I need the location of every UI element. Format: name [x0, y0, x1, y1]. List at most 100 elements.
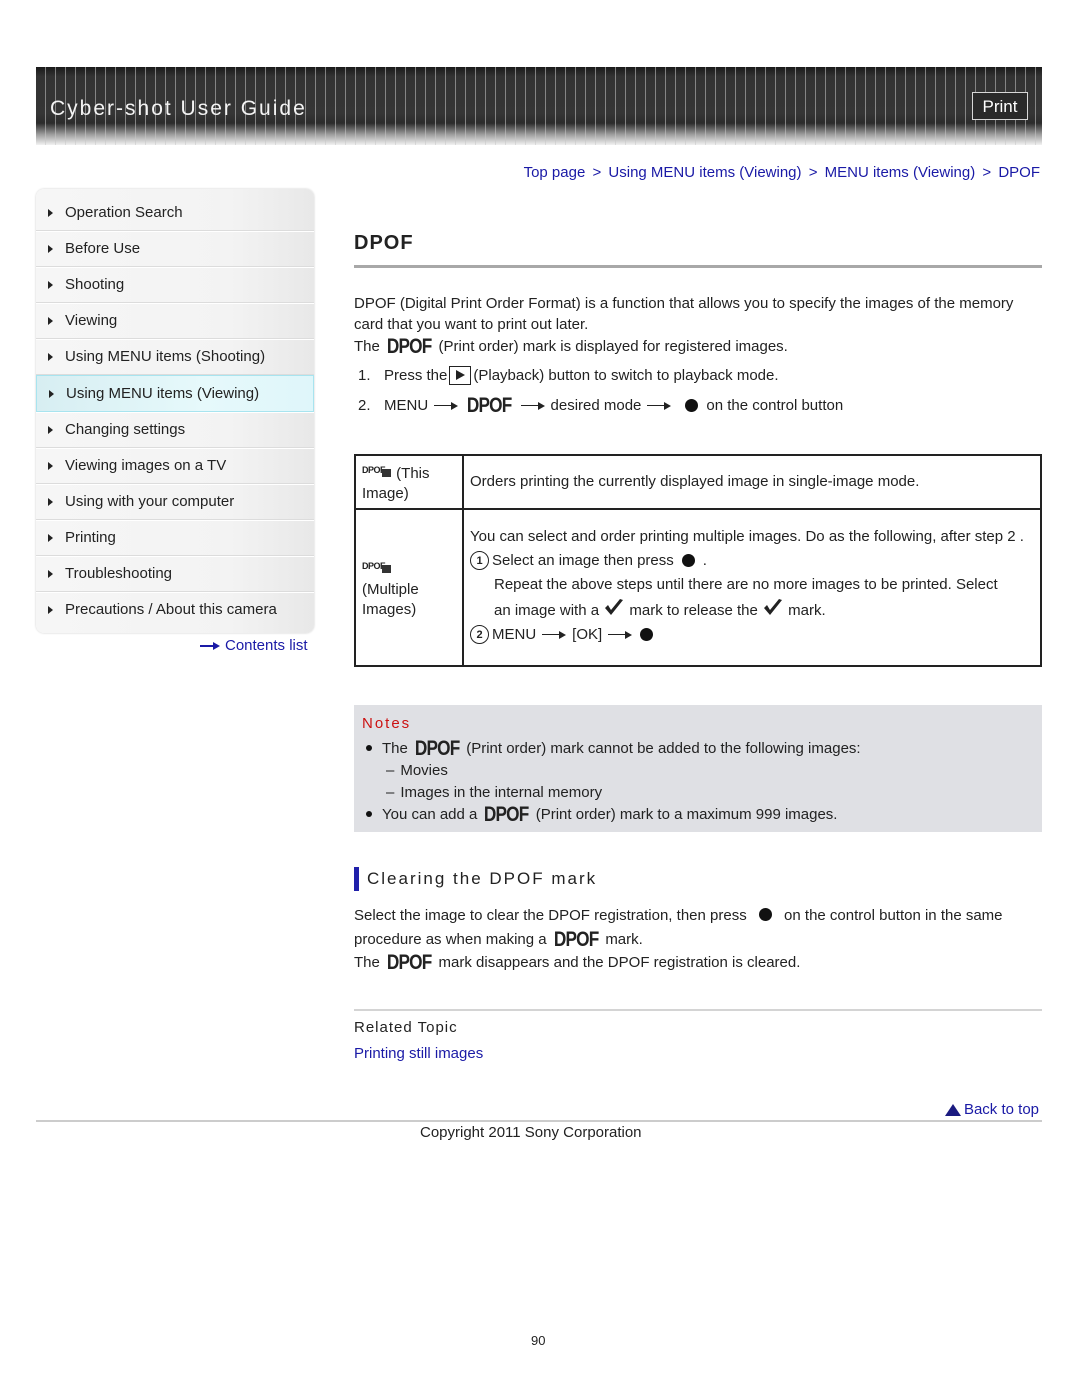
- contents-list-label: Contents list: [225, 637, 308, 654]
- main-content: DPOF DPOF (Digital Print Order Format) i…: [354, 230, 1042, 416]
- sidebar-item-changing-settings[interactable]: Changing settings: [36, 412, 314, 448]
- sidebar-item-precautions[interactable]: Precautions / About this camera: [36, 592, 314, 627]
- text: desired mode: [550, 397, 642, 414]
- text: mark.: [605, 931, 643, 948]
- dpof-mark-icon: DPOF: [484, 802, 529, 826]
- dpof-mark-icon: DPOF: [386, 951, 432, 974]
- step-1: 1. Press the (Playback) button to switch…: [354, 365, 1042, 386]
- text: an image with a: [494, 601, 600, 619]
- text: The: [382, 739, 408, 757]
- triangle-right-icon: [48, 497, 53, 506]
- sidebar-item-viewing-tv[interactable]: Viewing images on a TV: [36, 448, 314, 484]
- triangle-right-icon: [48, 244, 53, 253]
- text: mark to release the: [629, 601, 758, 619]
- text: Press the: [384, 367, 448, 384]
- sidebar-item-viewing[interactable]: Viewing: [36, 303, 314, 339]
- triangle-right-icon: [48, 280, 53, 289]
- arrow-right-icon: [520, 401, 545, 410]
- text: Images in the internal memory: [400, 783, 603, 801]
- circled-number-icon: 2: [470, 625, 489, 644]
- text: [OK]: [572, 625, 603, 643]
- control-button-center-icon: [685, 399, 699, 412]
- sidebar-item-label: Before Use: [65, 240, 141, 257]
- sub-step-2: 2 MENU [OK]: [470, 625, 1034, 645]
- arrow-right-icon: [200, 641, 220, 651]
- sub-step-1: 1 Select an image then press .: [470, 551, 1034, 571]
- sidebar-item-troubleshooting[interactable]: Troubleshooting: [36, 556, 314, 592]
- sidebar-item-menu-shooting[interactable]: Using MENU items (Shooting): [36, 339, 314, 375]
- sidebar-item-operation-search[interactable]: Operation Search: [36, 195, 314, 231]
- sidebar-item-label: Precautions / About this camera: [65, 601, 277, 618]
- note-item: You can add a DPOF (Print order) mark to…: [354, 803, 861, 825]
- arrow-right-icon: [542, 630, 567, 639]
- sidebar-item-before-use[interactable]: Before Use: [36, 231, 314, 267]
- control-button-center-icon: [681, 554, 695, 567]
- table-row: DPOF (This Image) Orders printing the cu…: [354, 454, 1042, 510]
- triangle-right-icon: [48, 605, 53, 614]
- mode-label: (Multiple Images): [362, 580, 419, 618]
- breadcrumb: Top page > Using MENU items (Viewing) > …: [524, 164, 1040, 181]
- dpof-this-image-icon: DPOF: [362, 460, 392, 480]
- triangle-right-icon: [48, 425, 53, 434]
- triangle-right-icon: [48, 461, 53, 470]
- text: procedure as when making a: [354, 931, 547, 948]
- text: (Print order) mark to a maximum 999 imag…: [535, 805, 838, 823]
- text: (Playback) button to switch to playback …: [473, 367, 779, 384]
- text: The: [354, 954, 380, 971]
- table-cell-description: Orders printing the currently displayed …: [462, 454, 1042, 510]
- sidebar-item-shooting[interactable]: Shooting: [36, 267, 314, 303]
- dpof-mark-icon: DPOF: [553, 928, 599, 951]
- dash-icon: –: [386, 761, 395, 779]
- triangle-right-icon: [48, 208, 53, 217]
- breadcrumb-menu-items-viewing[interactable]: MENU items (Viewing): [825, 164, 976, 181]
- mark-description: The DPOF (Print order) mark is displayed…: [354, 336, 1042, 357]
- sidebar-item-printing[interactable]: Printing: [36, 520, 314, 556]
- related-link-printing-still-images[interactable]: Printing still images: [354, 1045, 483, 1062]
- back-to-top-link[interactable]: Back to top: [944, 1101, 1039, 1118]
- sidebar-item-label: Changing settings: [65, 421, 186, 438]
- related-topic-title: Related Topic: [354, 1019, 458, 1036]
- arrow-right-icon: [647, 401, 672, 410]
- arrow-right-icon: [434, 401, 459, 410]
- print-button[interactable]: Print: [972, 92, 1028, 120]
- note-item: The DPOF (Print order) mark cannot be ad…: [354, 737, 861, 759]
- table-cell-mode: DPOF (This Image): [354, 454, 464, 510]
- text: mark.: [788, 601, 826, 619]
- notes-title: Notes: [362, 715, 412, 732]
- breadcrumb-top-page[interactable]: Top page: [524, 164, 586, 181]
- triangle-right-icon: [48, 352, 53, 361]
- table-row: DPOF (Multiple Images) You can select an…: [354, 508, 1042, 667]
- circled-number-icon: 1: [470, 551, 489, 570]
- control-button-center-icon: [640, 628, 654, 641]
- sidebar-item-computer[interactable]: Using with your computer: [36, 484, 314, 520]
- checkmark-icon: [763, 598, 782, 615]
- note-sub-item: – Movies: [354, 759, 861, 781]
- note-sub-item: – Images in the internal memory: [354, 781, 861, 803]
- text: on the control button in the same: [784, 907, 1003, 924]
- footer-divider: [36, 1120, 1042, 1122]
- clearing-heading: Clearing the DPOF mark: [354, 867, 597, 891]
- bullet-icon: [366, 811, 372, 817]
- sidebar-item-label: Troubleshooting: [65, 565, 173, 582]
- text: Select an image then press: [492, 551, 674, 569]
- sidebar-item-menu-viewing[interactable]: Using MENU items (Viewing): [36, 375, 314, 412]
- sidebar-item-label: Using with your computer: [65, 493, 235, 510]
- dpof-mode-table: DPOF (This Image) Orders printing the cu…: [354, 454, 1042, 667]
- step-2: 2. MENU DPOF desired mode on the control…: [354, 395, 1042, 416]
- header-banner: Cyber-shot User Guide Print: [36, 67, 1042, 145]
- contents-list-link[interactable]: Contents list: [200, 637, 308, 654]
- divider: [354, 1009, 1042, 1011]
- breadcrumb-dpof[interactable]: DPOF: [998, 164, 1040, 181]
- sidebar-nav: Operation Search Before Use Shooting Vie…: [36, 189, 314, 633]
- text: (Print order) mark cannot be added to th…: [466, 739, 861, 757]
- arrow-right-icon: [608, 630, 633, 639]
- breadcrumb-separator: >: [592, 164, 602, 181]
- table-cell-mode: DPOF (Multiple Images): [354, 508, 464, 667]
- breadcrumb-using-menu-viewing[interactable]: Using MENU items (Viewing): [608, 164, 801, 181]
- breadcrumb-separator: >: [808, 164, 818, 181]
- guide-title: Cyber-shot User Guide: [50, 97, 307, 120]
- triangle-right-icon: [48, 533, 53, 542]
- sidebar-item-label: Printing: [65, 529, 116, 546]
- playback-icon: [449, 366, 472, 385]
- triangle-right-icon: [48, 316, 53, 325]
